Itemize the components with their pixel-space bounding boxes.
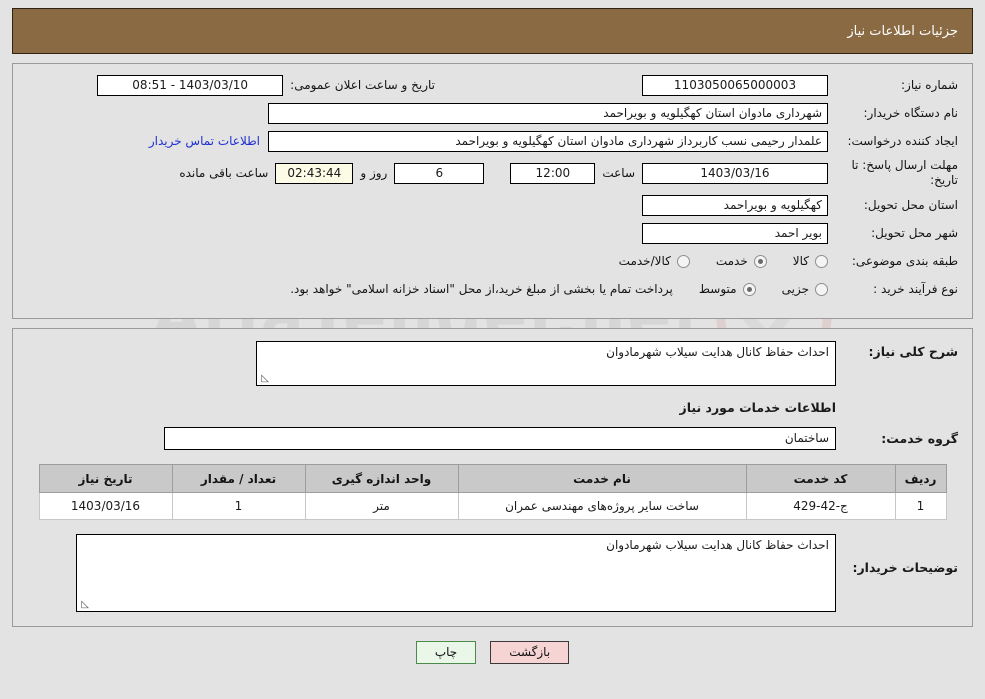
- category-option-khedmat[interactable]: خدمت: [716, 254, 767, 268]
- row-category: طبقه بندی موضوعی: کالا خدمت کالا/خدمت: [27, 250, 958, 272]
- cell-unit: متر: [304, 492, 459, 520]
- table-header-need-date: تاریخ نیاز: [38, 464, 173, 493]
- category-option-label: خدمت: [715, 254, 748, 268]
- row-buyer-org: نام دستگاه خریدار: شهرداری مادوان استان …: [27, 102, 958, 124]
- cell-radif: 1: [894, 492, 947, 520]
- cell-need-date: 1403/03/16: [38, 492, 173, 520]
- need-number-value: 1103050065000003: [642, 74, 828, 96]
- services-section-title: اطلاعات خدمات مورد نیاز: [679, 400, 837, 415]
- row-city: شهر محل تحویل: بویر احمد: [27, 222, 958, 244]
- payment-note: پرداخت تمام یا بخشی از مبلغ خرید،از محل …: [290, 282, 673, 296]
- cell-quantity: 1: [171, 492, 306, 520]
- button-bar: بازگشت چاپ: [0, 641, 985, 664]
- creator-label: ایجاد کننده درخواست:: [847, 134, 958, 148]
- buyer-notes-label: توضیحات خریدار:: [852, 560, 958, 575]
- description-panel: شرح کلی نیاز: احداث حفاظ کانال هدایت سیل…: [12, 328, 973, 627]
- process-radio-group: جزیی متوسط: [673, 282, 828, 296]
- cell-name: ساخت سایر پروژه‌های مهندسی عمران: [457, 492, 747, 520]
- buyer-org-value: شهرداری مادوان استان کهگیلویه و بویراحمد: [268, 102, 828, 124]
- general-description-label: شرح کلی نیاز:: [868, 344, 958, 359]
- creator-value: علمدار رحیمی نسب کاربرداز شهرداری مادوان…: [268, 130, 828, 152]
- radio-icon[interactable]: [753, 254, 767, 268]
- process-option-jozii[interactable]: جزیی: [782, 282, 828, 296]
- public-announce-label: تاریخ و ساعت اعلان عمومی:: [290, 78, 435, 92]
- hour-label: ساعت: [602, 166, 635, 180]
- service-group-value: ساختمان: [164, 427, 836, 450]
- radio-icon[interactable]: [676, 254, 690, 268]
- services-table: ردیف کد خدمت نام خدمت واحد اندازه گیری ت…: [38, 464, 947, 520]
- buyer-notes-value: احداث حفاظ کانال هدایت سیلاب شهرمادوان: [606, 538, 829, 552]
- buyer-notes-textarea[interactable]: احداث حفاظ کانال هدایت سیلاب شهرمادوان ◺: [76, 534, 836, 612]
- table-header-quantity: تعداد / مقدار: [171, 464, 306, 493]
- process-option-label: متوسط: [698, 282, 737, 296]
- cell-code: ج-42-429: [745, 492, 896, 520]
- deadline-date-value: 1403/03/16: [642, 162, 828, 184]
- service-group-label: گروه خدمت:: [881, 431, 958, 446]
- table-header-name: نام خدمت: [457, 464, 747, 493]
- category-option-kala-khedmat[interactable]: کالا/خدمت: [619, 254, 690, 268]
- public-announce-value: 1403/03/10 - 08:51: [97, 74, 284, 96]
- buyer-contact-link[interactable]: اطلاعات تماس خریدار: [141, 134, 268, 148]
- row-general-description: شرح کلی نیاز: احداث حفاظ کانال هدایت سیل…: [27, 341, 958, 386]
- table-header-row: ردیف کد خدمت نام خدمت واحد اندازه گیری ت…: [38, 464, 947, 493]
- category-option-kala[interactable]: کالا: [793, 254, 828, 268]
- resize-grip-icon[interactable]: ◺: [79, 600, 89, 610]
- radio-icon[interactable]: [742, 282, 756, 296]
- category-label: طبقه بندی موضوعی:: [851, 254, 958, 268]
- deadline-label: مهلت ارسال پاسخ: تا تاریخ:: [851, 158, 958, 187]
- row-need-number: شماره نیاز: 1103050065000003 تاریخ و ساع…: [27, 74, 958, 96]
- row-creator: ایجاد کننده درخواست: علمدار رحیمی نسب کا…: [27, 130, 958, 152]
- province-label: استان محل تحویل:: [863, 198, 958, 212]
- back-button[interactable]: بازگشت: [490, 641, 570, 664]
- radio-icon[interactable]: [815, 254, 828, 268]
- table-header-code: کد خدمت: [745, 464, 896, 493]
- buyer-org-label: نام دستگاه خریدار:: [863, 106, 959, 120]
- city-label: شهر محل تحویل:: [871, 226, 958, 240]
- days-label: روز و: [360, 166, 388, 180]
- row-buyer-notes: توضیحات خریدار: احداث حفاظ کانال هدایت س…: [27, 534, 958, 612]
- table-header-unit: واحد اندازه گیری: [304, 464, 459, 493]
- countdown-value: 02:43:44: [275, 162, 354, 184]
- process-option-motevaset[interactable]: متوسط: [699, 282, 756, 296]
- general-description-textarea[interactable]: احداث حفاظ کانال هدایت سیلاب شهرمادوان ◺: [256, 341, 836, 386]
- days-remaining-value: 6: [394, 162, 485, 184]
- radio-icon[interactable]: [815, 282, 828, 296]
- city-value: بویر احمد: [642, 222, 828, 244]
- page-header: جزئیات اطلاعات نیاز: [12, 8, 973, 54]
- need-info-panel: شماره نیاز: 1103050065000003 تاریخ و ساع…: [12, 63, 973, 319]
- table-header-radif: ردیف: [894, 464, 947, 493]
- row-service-group: گروه خدمت: ساختمان: [27, 427, 958, 450]
- page-title: جزئیات اطلاعات نیاز: [847, 23, 958, 39]
- need-number-label: شماره نیاز:: [901, 78, 958, 92]
- table-row: 1 ج-42-429 ساخت سایر پروژه‌های مهندسی عم…: [38, 492, 947, 520]
- deadline-time-value: 12:00: [510, 162, 596, 184]
- general-description-value: احداث حفاظ کانال هدایت سیلاب شهرمادوان: [606, 345, 829, 359]
- print-button[interactable]: چاپ: [415, 641, 477, 664]
- resize-grip-icon[interactable]: ◺: [259, 374, 269, 384]
- category-option-label: کالا/خدمت: [618, 254, 671, 268]
- province-value: کهگیلویه و بویراحمد: [642, 194, 828, 216]
- process-label: نوع فرآیند خرید :: [873, 282, 958, 296]
- countdown-label: ساعت باقی مانده: [179, 166, 269, 180]
- row-province: استان محل تحویل: کهگیلویه و بویراحمد: [27, 194, 958, 216]
- row-process-type: نوع فرآیند خرید : جزیی متوسط پرداخت تمام…: [27, 278, 958, 300]
- process-option-label: جزیی: [781, 282, 809, 296]
- category-radio-group: کالا خدمت کالا/خدمت: [593, 254, 828, 268]
- category-option-label: کالا: [792, 254, 809, 268]
- row-deadline: مهلت ارسال پاسخ: تا تاریخ: 1403/03/16 سا…: [27, 158, 958, 188]
